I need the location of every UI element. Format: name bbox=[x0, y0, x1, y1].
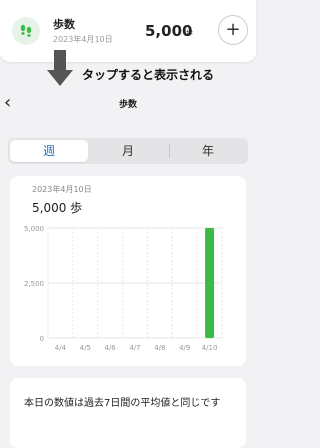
add-button[interactable]: + bbox=[218, 15, 248, 45]
y-tick-label: 0 bbox=[40, 335, 44, 343]
summary-text: 本日の数値は過去7日間の平均値と同じです bbox=[24, 398, 221, 409]
summary-card: 本日の数値は過去7日間の平均値と同じです bbox=[10, 378, 246, 448]
y-tick-label: 2,500 bbox=[24, 280, 44, 288]
x-tick-label: 4/10 bbox=[202, 344, 218, 352]
segment-week[interactable]: 週 bbox=[10, 140, 88, 162]
x-tick-label: 4/5 bbox=[80, 344, 91, 352]
x-tick-label: 4/8 bbox=[154, 344, 165, 352]
steps-unit: 歩 bbox=[186, 29, 193, 37]
steps-summary-card[interactable]: 歩数 2023年4月10日 5,000 歩 + bbox=[0, 0, 256, 62]
period-segmented-control: 週 月 年 bbox=[8, 138, 248, 164]
page-title: 歩数 bbox=[118, 100, 137, 110]
footsteps-icon bbox=[12, 17, 40, 45]
chart-date: 2023年4月10日 bbox=[32, 185, 92, 194]
segment-month[interactable]: 月 bbox=[89, 140, 167, 162]
down-arrow-icon bbox=[47, 50, 73, 86]
segment-year[interactable]: 年 bbox=[169, 140, 247, 162]
x-tick-label: 4/9 bbox=[179, 344, 190, 352]
y-tick-label: 5,000 bbox=[24, 225, 44, 233]
chart-value: 5,000 歩 bbox=[32, 201, 83, 215]
x-tick-label: 4/6 bbox=[105, 344, 117, 352]
steps-bar-chart: 5,000 2,500 0 4/4 4/5 4/6 4/7 4/8 4/9 4/10 bbox=[24, 225, 223, 352]
steps-title: 歩数 bbox=[53, 18, 75, 31]
bar-4/10 bbox=[205, 228, 215, 338]
annotation-label: タップすると表示される bbox=[82, 68, 215, 82]
x-tick-label: 4/4 bbox=[55, 344, 67, 352]
steps-chart-card: 2023年4月10日 5,000 歩 5,000 2,500 0 4/4 4/5 4/6 4… bbox=[10, 176, 246, 366]
x-tick-label: 4/7 bbox=[129, 344, 140, 352]
page-header: ‹ 歩数 bbox=[0, 92, 256, 118]
steps-date: 2023年4月10日 bbox=[53, 35, 113, 44]
